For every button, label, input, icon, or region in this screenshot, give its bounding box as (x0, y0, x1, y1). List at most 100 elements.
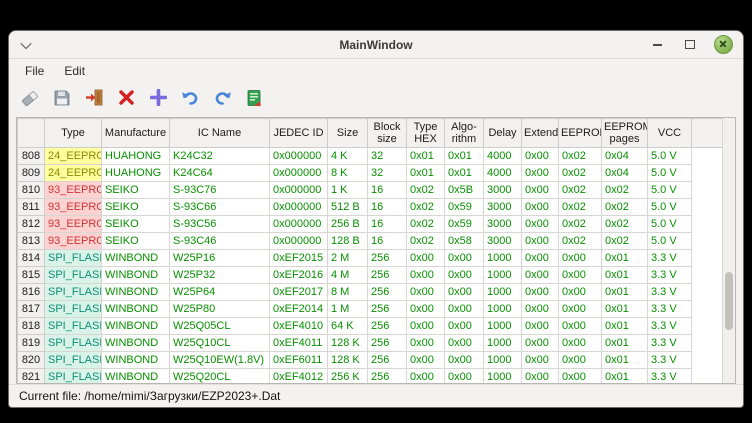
cell-block_size[interactable]: 16 (368, 199, 407, 216)
cell-vcc[interactable]: 3.3 V (648, 335, 692, 352)
cell-jedec_id[interactable]: 0xEF2016 (270, 267, 328, 284)
cell-algorithm[interactable]: 0x5B (445, 182, 484, 199)
cell-type_hex[interactable]: 0x00 (407, 352, 445, 369)
cell-eeprom_pages[interactable]: 0x01 (602, 301, 648, 318)
cell-block_size[interactable]: 256 (368, 318, 407, 335)
cell-vcc[interactable]: 5.0 V (648, 148, 692, 165)
row-number[interactable]: 809 (18, 165, 45, 182)
cell-delay[interactable]: 1000 (484, 352, 522, 369)
cell-extend[interactable]: 0x00 (522, 216, 559, 233)
cell-manufacture[interactable]: WINBOND (102, 352, 170, 369)
cell-eeprom_pages[interactable]: 0x01 (602, 352, 648, 369)
cell-size[interactable]: 128 K (328, 352, 368, 369)
cell-delay[interactable]: 4000 (484, 148, 522, 165)
cell-block_size[interactable]: 16 (368, 216, 407, 233)
cell-jedec_id[interactable]: 0xEF6011 (270, 352, 328, 369)
cell-ic_name[interactable]: S-93C46 (170, 233, 270, 250)
cell-size[interactable]: 128 B (328, 233, 368, 250)
cell-size[interactable]: 256 B (328, 216, 368, 233)
cell-type[interactable]: 24_EEPROM (45, 148, 102, 165)
cell-jedec_id[interactable]: 0xEF4010 (270, 318, 328, 335)
redo-button[interactable] (210, 86, 234, 110)
cell-type_hex[interactable]: 0x01 (407, 165, 445, 182)
cell-jedec_id[interactable]: 0xEF2017 (270, 284, 328, 301)
vertical-scrollbar[interactable] (722, 118, 735, 383)
cell-type[interactable]: 93_EEPROM (45, 199, 102, 216)
cell-extend[interactable]: 0x00 (522, 335, 559, 352)
cell-extend[interactable]: 0x00 (522, 250, 559, 267)
cell-jedec_id[interactable]: 0x000000 (270, 216, 328, 233)
cell-type[interactable]: 93_EEPROM (45, 182, 102, 199)
cell-type[interactable]: SPI_FLASH (45, 335, 102, 352)
cell-algorithm[interactable]: 0x01 (445, 148, 484, 165)
cell-block_size[interactable]: 256 (368, 369, 407, 385)
cell-eeprom[interactable]: 0x00 (559, 369, 602, 385)
cell-size[interactable]: 8 M (328, 284, 368, 301)
cell-algorithm[interactable]: 0x00 (445, 352, 484, 369)
cell-extend[interactable]: 0x00 (522, 148, 559, 165)
cell-eeprom[interactable]: 0x02 (559, 199, 602, 216)
cell-extend[interactable]: 0x00 (522, 352, 559, 369)
cell-ic_name[interactable]: W25Q10CL (170, 335, 270, 352)
cell-ic_name[interactable]: K24C64 (170, 165, 270, 182)
erase-button[interactable] (18, 86, 42, 110)
row-number[interactable]: 813 (18, 233, 45, 250)
column-header-eeprom[interactable]: EEPROM (559, 119, 602, 148)
cell-algorithm[interactable]: 0x58 (445, 233, 484, 250)
cell-jedec_id[interactable]: 0x000000 (270, 148, 328, 165)
row-number-header[interactable] (18, 119, 45, 148)
cell-vcc[interactable]: 3.3 V (648, 318, 692, 335)
cell-ic_name[interactable]: S-93C76 (170, 182, 270, 199)
cell-block_size[interactable]: 32 (368, 165, 407, 182)
cell-manufacture[interactable]: SEIKO (102, 233, 170, 250)
cell-type_hex[interactable]: 0x02 (407, 199, 445, 216)
row-number[interactable]: 814 (18, 250, 45, 267)
cell-extend[interactable]: 0x00 (522, 199, 559, 216)
column-header-type[interactable]: Type (45, 119, 102, 148)
cell-eeprom_pages[interactable]: 0x01 (602, 267, 648, 284)
column-header-ic-name[interactable]: IC Name (170, 119, 270, 148)
cell-size[interactable]: 1 K (328, 182, 368, 199)
cell-delay[interactable]: 1000 (484, 369, 522, 385)
cell-type[interactable]: SPI_FLASH (45, 267, 102, 284)
cell-delay[interactable]: 1000 (484, 301, 522, 318)
maximize-button[interactable] (681, 36, 699, 54)
cell-block_size[interactable]: 16 (368, 233, 407, 250)
cell-eeprom_pages[interactable]: 0x01 (602, 318, 648, 335)
cell-extend[interactable]: 0x00 (522, 233, 559, 250)
row-number[interactable]: 819 (18, 335, 45, 352)
cell-extend[interactable]: 0x00 (522, 284, 559, 301)
cell-type[interactable]: SPI_FLASH (45, 352, 102, 369)
cell-vcc[interactable]: 3.3 V (648, 267, 692, 284)
cell-type_hex[interactable]: 0x00 (407, 318, 445, 335)
cell-vcc[interactable]: 5.0 V (648, 182, 692, 199)
cell-eeprom_pages[interactable]: 0x01 (602, 250, 648, 267)
cell-size[interactable]: 64 K (328, 318, 368, 335)
cell-vcc[interactable]: 3.3 V (648, 369, 692, 385)
cell-vcc[interactable]: 3.3 V (648, 284, 692, 301)
cell-delay[interactable]: 3000 (484, 216, 522, 233)
cell-delay[interactable]: 3000 (484, 182, 522, 199)
cell-block_size[interactable]: 256 (368, 335, 407, 352)
cell-type_hex[interactable]: 0x00 (407, 267, 445, 284)
cell-size[interactable]: 128 K (328, 335, 368, 352)
cell-manufacture[interactable]: WINBOND (102, 284, 170, 301)
column-header-vcc[interactable]: VCC (648, 119, 692, 148)
cell-vcc[interactable]: 5.0 V (648, 216, 692, 233)
cell-algorithm[interactable]: 0x00 (445, 250, 484, 267)
cell-delay[interactable]: 4000 (484, 165, 522, 182)
column-header-extend[interactable]: Extend (522, 119, 559, 148)
cell-type_hex[interactable]: 0x02 (407, 216, 445, 233)
cell-type[interactable]: SPI_FLASH (45, 301, 102, 318)
cell-algorithm[interactable]: 0x00 (445, 267, 484, 284)
cell-eeprom_pages[interactable]: 0x02 (602, 233, 648, 250)
cell-block_size[interactable]: 256 (368, 301, 407, 318)
cell-eeprom_pages[interactable]: 0x02 (602, 182, 648, 199)
cell-eeprom_pages[interactable]: 0x04 (602, 165, 648, 182)
column-header-delay[interactable]: Delay (484, 119, 522, 148)
column-header-size[interactable]: Size (328, 119, 368, 148)
cell-ic_name[interactable]: W25Q10EW(1.8V) (170, 352, 270, 369)
save-button[interactable] (50, 86, 74, 110)
cell-manufacture[interactable]: HUAHONG (102, 165, 170, 182)
cell-extend[interactable]: 0x00 (522, 301, 559, 318)
